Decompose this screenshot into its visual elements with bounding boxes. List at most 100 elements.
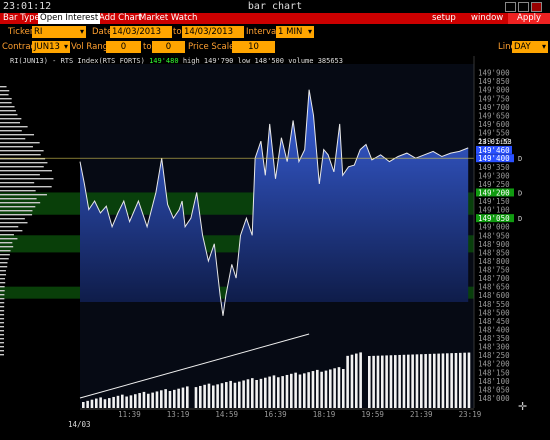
time-axis-label: 13:19 — [167, 410, 190, 419]
volume-bar — [112, 396, 115, 408]
volume-bar — [303, 373, 306, 408]
price-axis-label: 148'000 — [478, 394, 510, 403]
volume-profile-bar — [0, 206, 36, 208]
price-marker-label: 149'050 — [478, 214, 510, 223]
volume-profile-bar — [0, 86, 7, 88]
menu-window[interactable]: window — [471, 13, 503, 24]
volume-bar — [186, 386, 189, 408]
volume-profile-bar — [0, 110, 16, 112]
volume-bar — [420, 354, 423, 408]
volume-profile-bar — [0, 166, 44, 168]
line-select[interactable]: DAY — [512, 41, 548, 53]
volume-profile-bar — [0, 322, 5, 324]
volume-bar — [99, 397, 102, 408]
chart-high: high 149'790 — [182, 57, 234, 65]
vol-from-field[interactable]: 0 — [106, 41, 141, 53]
volume-bar — [199, 385, 202, 408]
ticker-select[interactable]: RI — [32, 26, 86, 38]
time-axis-label: 18:19 — [313, 410, 336, 419]
volume-bar — [311, 371, 315, 408]
volume-bar — [346, 355, 349, 408]
volume-bar — [229, 380, 232, 408]
volume-bar — [121, 394, 124, 408]
volume-bar — [446, 353, 449, 408]
volume-profile-bar — [0, 234, 14, 236]
volume-bar — [285, 374, 289, 408]
volume-bar — [134, 394, 137, 408]
volume-profile-bar — [0, 354, 5, 356]
volume-bar — [125, 396, 128, 408]
volume-profile-bar — [0, 314, 5, 316]
volume-bar — [437, 353, 440, 408]
volume-bar — [381, 355, 384, 408]
time-axis-label: 14:59 — [215, 410, 238, 419]
menu-open-interest[interactable]: Open Interest — [38, 13, 101, 24]
volume-bar — [129, 395, 133, 408]
volume-bar — [142, 391, 146, 408]
volume-bar — [281, 376, 284, 408]
chart-symbol: RI(JUN13) - RTS Index(RTS FORTS) — [10, 57, 145, 65]
volume-bar — [407, 354, 410, 408]
volume-bar — [467, 352, 471, 408]
volume-bar — [138, 393, 141, 408]
volume-bar — [108, 398, 111, 408]
volume-profile-bar — [0, 218, 25, 220]
volume-bar — [324, 370, 328, 408]
price-scale-field[interactable]: 10 — [232, 41, 275, 53]
volume-bar — [398, 354, 401, 408]
volume-bar — [90, 399, 94, 408]
price-marker-suffix: D — [518, 189, 522, 197]
volume-bar — [242, 380, 245, 408]
date-to-label: to — [173, 27, 182, 37]
volume-profile-bar — [0, 286, 5, 288]
minimize-icon[interactable] — [505, 2, 516, 12]
contract-select[interactable]: JUN13 — [32, 41, 70, 53]
menu-setup[interactable]: setup — [432, 13, 456, 24]
volume-profile-bar — [0, 198, 37, 200]
volume-profile-bar — [0, 98, 12, 100]
volume-profile-bar — [0, 318, 5, 320]
interval-select[interactable]: 1 MIN — [276, 26, 314, 38]
vol-to-field[interactable]: 0 — [152, 41, 185, 53]
volume-profile-bar — [0, 306, 5, 308]
menu-market-watch[interactable]: Market Watch — [139, 13, 197, 24]
volume-profile-bar — [0, 266, 8, 268]
crosshair-icon: ✛ — [518, 400, 527, 413]
volume-bar — [411, 354, 414, 408]
volume-profile-bar — [0, 154, 41, 156]
menu-bar-type[interactable]: Bar Type — [3, 13, 40, 24]
volume-bar — [95, 398, 98, 408]
menu-add-chart[interactable]: Add Chart — [99, 13, 142, 24]
volume-bar — [415, 354, 419, 408]
apply-button[interactable]: Apply — [508, 13, 550, 24]
volume-bar — [389, 355, 393, 408]
vol-to-label: to — [143, 42, 152, 52]
date-to-field[interactable]: 14/03/2013 — [182, 26, 244, 38]
time-axis-label: 21:39 — [410, 410, 433, 419]
chart-low: low 148'500 — [237, 57, 284, 65]
maximize-icon[interactable] — [518, 2, 529, 12]
volume-bar — [147, 393, 150, 408]
price-chart[interactable]: 149'900149'850149'800149'750149'700149'6… — [0, 56, 550, 440]
date-from-field[interactable]: 14/03/2013 — [110, 26, 172, 38]
volume-bar — [454, 353, 458, 408]
volume-profile-bar — [0, 186, 52, 188]
time-axis-label: 11:39 — [118, 410, 141, 419]
date-label: 14/03 — [68, 420, 91, 429]
volume-bar — [394, 355, 397, 408]
volume-profile-bar — [0, 114, 18, 116]
volume-profile-bar — [0, 310, 5, 312]
window-title: bar chart — [247, 1, 303, 12]
volume-profile-bar — [0, 138, 26, 140]
volume-bar — [290, 373, 293, 408]
volume-profile-bar — [0, 134, 35, 136]
volume-bar — [194, 387, 198, 408]
close-icon[interactable] — [531, 2, 542, 12]
volume-bar — [103, 399, 107, 408]
volume-profile-bar — [0, 222, 28, 224]
volume-profile-bar — [0, 254, 10, 256]
volume-bar — [238, 381, 241, 408]
volume-bar — [264, 377, 267, 408]
volume-bar — [329, 369, 332, 408]
volume-bar — [307, 372, 310, 408]
